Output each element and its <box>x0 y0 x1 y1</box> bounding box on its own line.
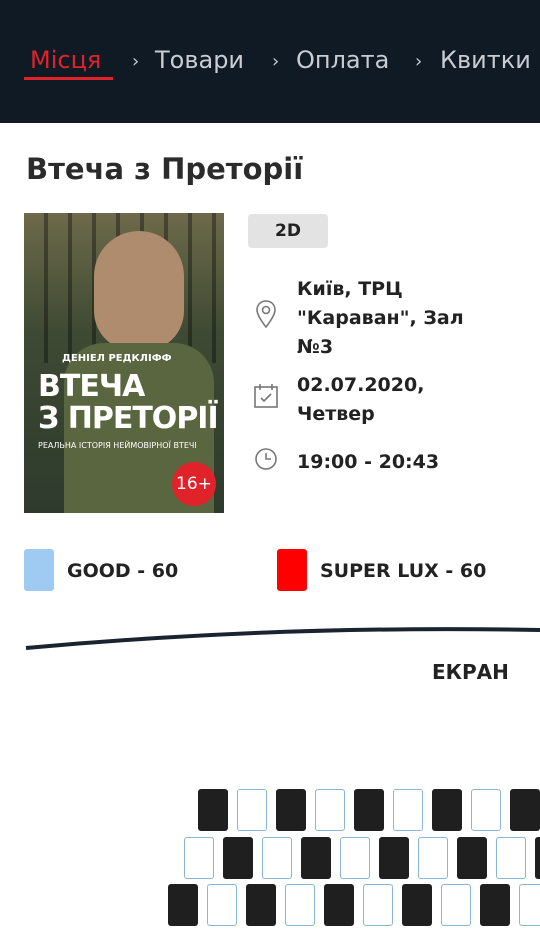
date-line1: 02.07.2020, <box>297 374 425 396</box>
location-pin-icon <box>256 300 276 329</box>
seat[interactable] <box>315 789 345 831</box>
time-text: 19:00 - 20:43 <box>297 451 440 473</box>
location-text: Київ, ТРЦ "Караван", Зал №3 <box>297 275 464 362</box>
seat[interactable] <box>246 884 276 926</box>
calendar-icon <box>254 384 278 408</box>
seat[interactable] <box>340 837 370 879</box>
date-line2: Четвер <box>297 403 375 425</box>
seat[interactable] <box>379 837 409 879</box>
legend-label-super-lux: SUPER LUX - 60 <box>320 560 487 582</box>
seat[interactable] <box>519 884 540 926</box>
seat[interactable] <box>432 789 462 831</box>
step-tickets[interactable]: Квитки <box>440 46 531 74</box>
seat[interactable] <box>471 789 501 831</box>
seat[interactable] <box>207 884 237 926</box>
chevron-right-icon: › <box>272 51 280 72</box>
seat[interactable] <box>354 789 384 831</box>
step-seats[interactable]: Місця <box>30 46 101 74</box>
seat[interactable] <box>184 837 214 879</box>
movie-title: Втеча з Преторії <box>26 152 304 186</box>
poster-actor: ДЕНІЕЛ РЕДКЛІФФ <box>62 353 172 364</box>
location-line1: Київ, ТРЦ <box>297 278 403 300</box>
seat[interactable] <box>285 884 315 926</box>
legend-swatch-good <box>24 549 54 591</box>
chevron-right-icon: › <box>132 51 140 72</box>
seat[interactable] <box>324 884 354 926</box>
seat[interactable] <box>168 884 198 926</box>
seat[interactable] <box>418 837 448 879</box>
seat[interactable] <box>301 837 331 879</box>
poster-title-line1: ВТЕЧА <box>38 369 145 404</box>
legend-swatch-super-lux <box>277 549 307 591</box>
seat[interactable] <box>393 789 423 831</box>
age-rating-badge: 16+ <box>172 462 216 506</box>
seat[interactable] <box>276 789 306 831</box>
seat[interactable] <box>402 884 432 926</box>
format-badge: 2D <box>248 214 328 248</box>
date-text: 02.07.2020, Четвер <box>297 371 424 429</box>
chevron-right-icon: › <box>415 51 423 72</box>
seat[interactable] <box>496 837 526 879</box>
screen-label: ЕКРАН <box>432 660 509 684</box>
poster-title-line2: З ПРЕТОРІЇ <box>38 401 219 436</box>
seat[interactable] <box>198 789 228 831</box>
location-line2: "Караван", Зал <box>297 307 464 329</box>
poster-face <box>94 231 184 351</box>
seat[interactable] <box>480 884 510 926</box>
seat[interactable] <box>237 789 267 831</box>
location-line3: №3 <box>297 336 334 358</box>
seat[interactable] <box>510 789 540 831</box>
poster-tagline: РЕАЛЬНА ІСТОРІЯ НЕЙМОВІРНОЇ ВТЕЧІ <box>38 441 197 450</box>
seat[interactable] <box>363 884 393 926</box>
active-step-underline <box>24 77 113 80</box>
step-goods[interactable]: Товари <box>155 46 244 74</box>
seat[interactable] <box>535 837 540 879</box>
legend-label-good: GOOD - 60 <box>67 560 179 582</box>
step-payment[interactable]: Оплата <box>296 46 389 74</box>
seat[interactable] <box>223 837 253 879</box>
checkout-stepper: Місця › Товари › Оплата › Квитки <box>0 0 540 123</box>
seat[interactable] <box>262 837 292 879</box>
seat[interactable] <box>441 884 471 926</box>
clock-icon <box>255 448 277 470</box>
screen-curve <box>25 627 540 650</box>
poster-title: ВТЕЧА З ПРЕТОРІЇ <box>38 369 219 436</box>
seat[interactable] <box>457 837 487 879</box>
